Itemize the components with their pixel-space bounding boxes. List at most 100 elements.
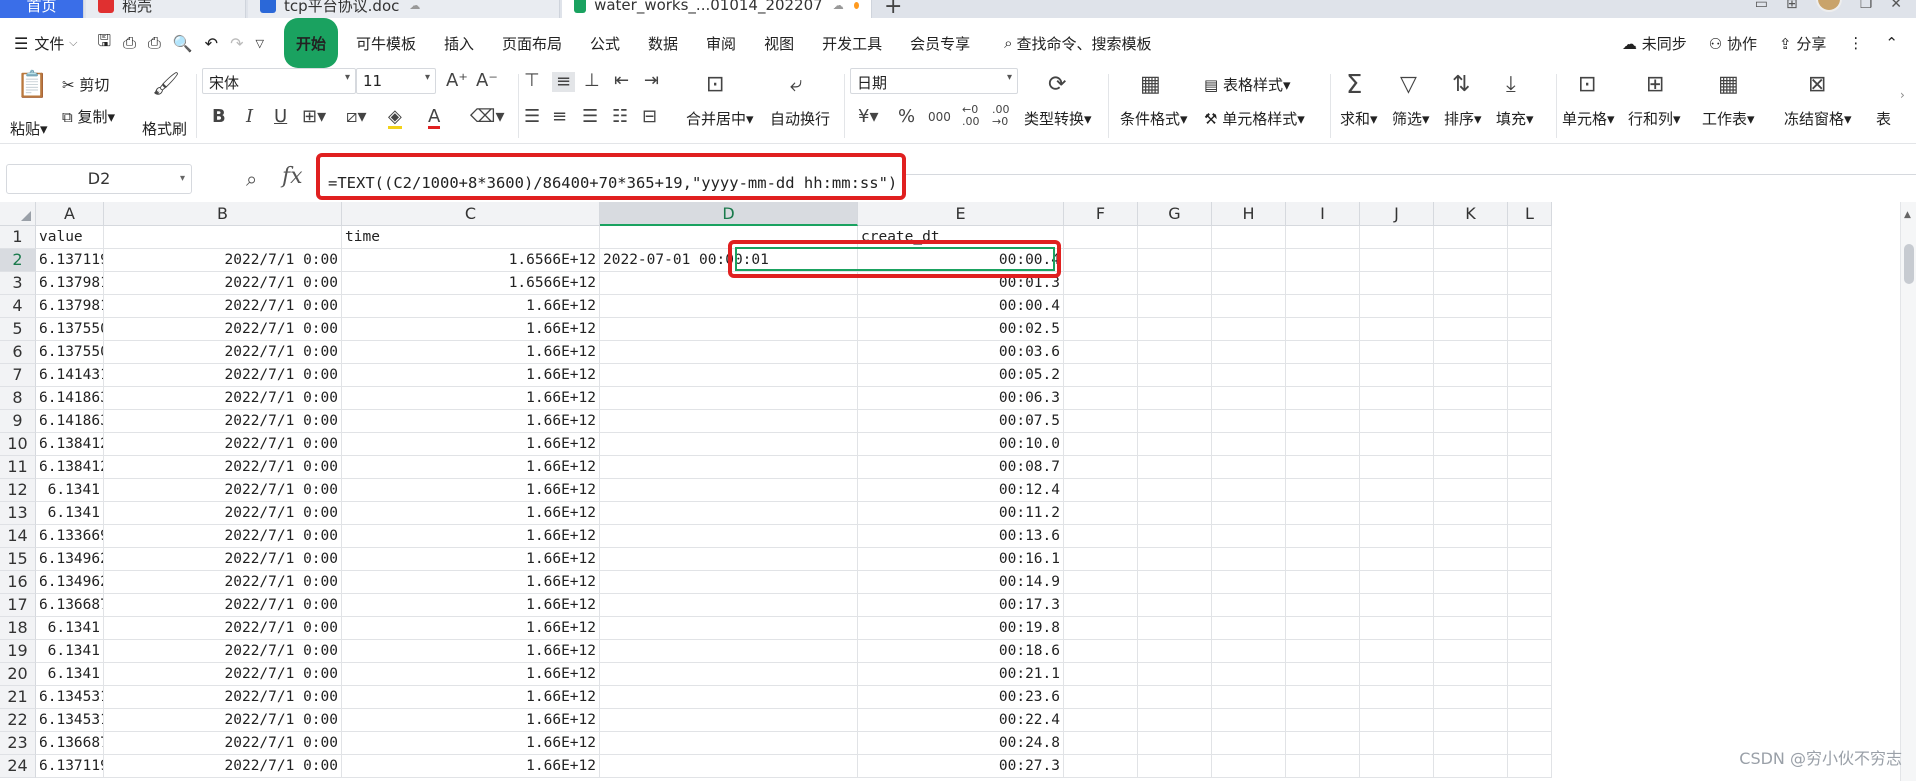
sum-icon[interactable]: Σ [1346, 72, 1362, 98]
avatar[interactable] [1815, 0, 1842, 12]
row-col-button[interactable]: 行和列▾ [1628, 108, 1681, 129]
cell-l19[interactable] [1508, 640, 1552, 663]
cell-k12[interactable] [1434, 479, 1508, 502]
cell-g5[interactable] [1138, 318, 1212, 341]
cell-k9[interactable] [1434, 410, 1508, 433]
cell-b19[interactable]: 2022/7/1 0:00 [104, 640, 342, 663]
cell-g6[interactable] [1138, 341, 1212, 364]
row-header[interactable]: 5 [0, 318, 36, 341]
cell-k15[interactable] [1434, 548, 1508, 571]
cell-k20[interactable] [1434, 663, 1508, 686]
cell-l6[interactable] [1508, 341, 1552, 364]
cell-j10[interactable] [1360, 433, 1434, 456]
cell-j7[interactable] [1360, 364, 1434, 387]
row-header[interactable]: 20 [0, 663, 36, 686]
cell-a10[interactable]: 6.1384125 [36, 433, 104, 456]
cell-j13[interactable] [1360, 502, 1434, 525]
cell-c5[interactable]: 1.66E+12 [342, 318, 600, 341]
cell-a18[interactable]: 6.1341 [36, 617, 104, 640]
cell-h22[interactable] [1212, 709, 1286, 732]
cell-h24[interactable] [1212, 755, 1286, 778]
cell-e4[interactable]: 00:00.4 [858, 295, 1064, 318]
restore-window-icon[interactable]: ❐ [1860, 0, 1873, 12]
decrease-font-icon[interactable]: A⁻ [476, 72, 498, 90]
row-header[interactable]: 8 [0, 387, 36, 410]
cell-j23[interactable] [1360, 732, 1434, 755]
new-tab-plus-icon[interactable]: + [884, 0, 902, 18]
insert-function-button[interactable]: fx [282, 164, 303, 189]
cell-b2[interactable]: 2022/7/1 0:00 [104, 249, 342, 272]
cell-k3[interactable] [1434, 272, 1508, 295]
cell-h1[interactable] [1212, 226, 1286, 249]
collapse-ribbon-icon[interactable]: ⌃ [1885, 34, 1898, 52]
cell-j18[interactable] [1360, 617, 1434, 640]
cell-k24[interactable] [1434, 755, 1508, 778]
cell-i21[interactable] [1286, 686, 1360, 709]
cell-h7[interactable] [1212, 364, 1286, 387]
cell-a16[interactable]: 6.1349626 [36, 571, 104, 594]
cell-c9[interactable]: 1.66E+12 [342, 410, 600, 433]
cell-i14[interactable] [1286, 525, 1360, 548]
cell-k5[interactable] [1434, 318, 1508, 341]
cell-h6[interactable] [1212, 341, 1286, 364]
row-header[interactable]: 12 [0, 479, 36, 502]
cell-k7[interactable] [1434, 364, 1508, 387]
cell-i4[interactable] [1286, 295, 1360, 318]
sort-icon[interactable]: ⇅ [1452, 74, 1470, 96]
hamburger-menu-icon[interactable]: ☰ [14, 18, 28, 68]
cell-f9[interactable] [1064, 410, 1138, 433]
cell-d7[interactable] [600, 364, 858, 387]
cell-i22[interactable] [1286, 709, 1360, 732]
cell-j24[interactable] [1360, 755, 1434, 778]
cell-k22[interactable] [1434, 709, 1508, 732]
tab-start[interactable]: 开始 [283, 18, 338, 68]
cell-f20[interactable] [1064, 663, 1138, 686]
tab-data[interactable]: 数据 [648, 18, 678, 68]
bold-button[interactable]: B [212, 108, 226, 126]
row-header[interactable]: 9 [0, 410, 36, 433]
row-header[interactable]: 1 [0, 226, 36, 249]
cell-f5[interactable] [1064, 318, 1138, 341]
cell-a19[interactable]: 6.1341 [36, 640, 104, 663]
fill-button[interactable]: 填充▾ [1496, 108, 1534, 129]
cell-icon[interactable]: ⊡ [1578, 74, 1596, 96]
cell-h12[interactable] [1212, 479, 1286, 502]
cell-f3[interactable] [1064, 272, 1138, 295]
cell-k14[interactable] [1434, 525, 1508, 548]
cell-d12[interactable] [600, 479, 858, 502]
vertical-scrollbar[interactable]: ▲ [1900, 202, 1916, 781]
cell-l20[interactable] [1508, 663, 1552, 686]
cell-c3[interactable]: 1.6566E+12 [342, 272, 600, 295]
clear-format-icon[interactable]: ⌫▾ [470, 108, 505, 126]
cell-b5[interactable]: 2022/7/1 0:00 [104, 318, 342, 341]
decrease-indent-icon[interactable]: ⇤ [614, 72, 629, 90]
export-pdf-icon[interactable]: ⎙ [123, 18, 136, 68]
cell-f16[interactable] [1064, 571, 1138, 594]
cell-g23[interactable] [1138, 732, 1212, 755]
cell-f1[interactable] [1064, 226, 1138, 249]
cell-a24[interactable]: 6.137119 [36, 755, 104, 778]
cell-g24[interactable] [1138, 755, 1212, 778]
sync-status[interactable]: ☁ 未同步 [1622, 33, 1687, 54]
cell-k23[interactable] [1434, 732, 1508, 755]
cell-d24[interactable] [600, 755, 858, 778]
cell-c13[interactable]: 1.66E+12 [342, 502, 600, 525]
cell-g21[interactable] [1138, 686, 1212, 709]
layout-icon[interactable]: ▭ [1755, 0, 1768, 12]
cell-d21[interactable] [600, 686, 858, 709]
cell-g13[interactable] [1138, 502, 1212, 525]
cell-f7[interactable] [1064, 364, 1138, 387]
cell-j12[interactable] [1360, 479, 1434, 502]
cell-g18[interactable] [1138, 617, 1212, 640]
cell-g7[interactable] [1138, 364, 1212, 387]
cell-k18[interactable] [1434, 617, 1508, 640]
fill-icon[interactable]: ⤓ [1506, 74, 1516, 96]
cell-d16[interactable] [600, 571, 858, 594]
cell-f15[interactable] [1064, 548, 1138, 571]
grid-icon[interactable]: ⊞ [1786, 0, 1798, 12]
cell-l3[interactable] [1508, 272, 1552, 295]
cell-g3[interactable] [1138, 272, 1212, 295]
cell-f24[interactable] [1064, 755, 1138, 778]
cell-l21[interactable] [1508, 686, 1552, 709]
cell-l9[interactable] [1508, 410, 1552, 433]
